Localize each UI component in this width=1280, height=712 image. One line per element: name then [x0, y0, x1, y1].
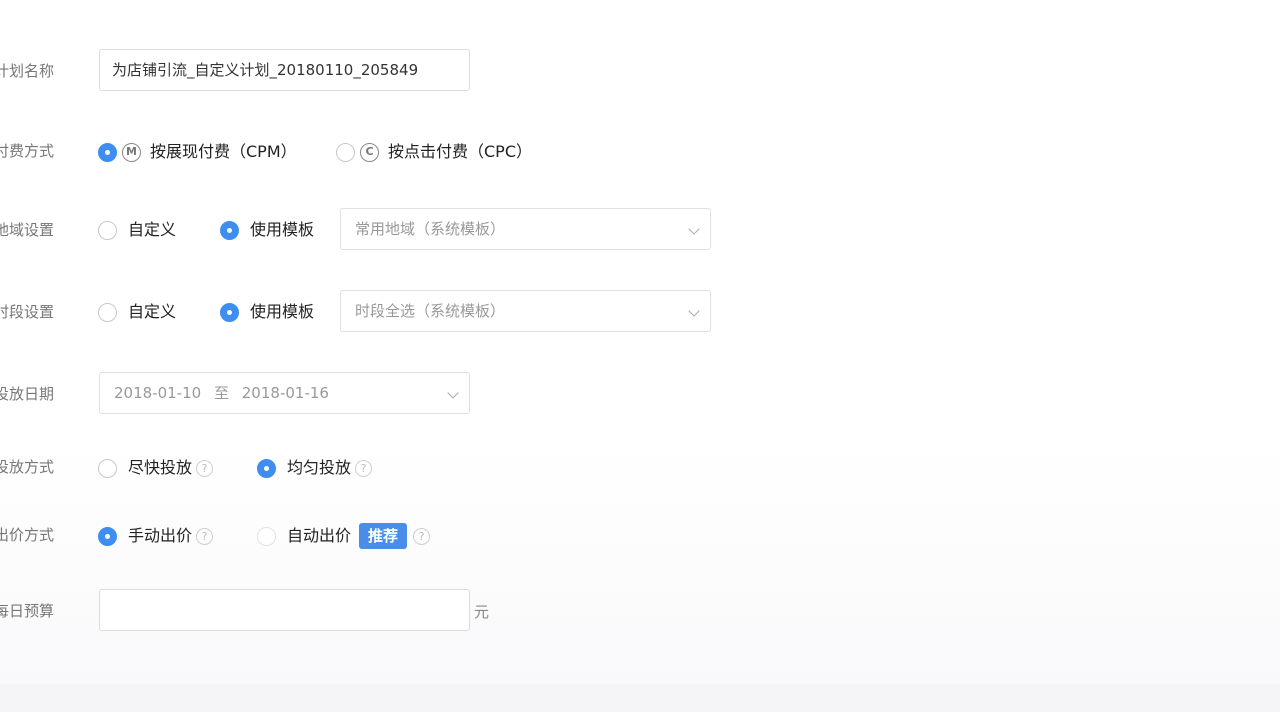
timeslot-template-value: 时段全选（系统模板）	[355, 302, 506, 320]
delivery-fast-radio[interactable]	[98, 459, 117, 478]
region-label: 地域设置	[0, 221, 55, 239]
bidding-manual-label[interactable]: 手动出价	[128, 525, 192, 547]
bidding-label: 出价方式	[0, 526, 55, 544]
date-separator: 至	[213, 384, 229, 402]
plan-name-value: 为店铺引流_自定义计划_20180110_205849	[112, 61, 419, 79]
timeslot-template-label[interactable]: 使用模板	[250, 301, 314, 323]
date-start: 2018-01-10	[114, 384, 202, 402]
timeslot-custom-radio[interactable]	[98, 303, 117, 322]
timeslot-template-select[interactable]: 时段全选（系统模板）	[340, 290, 711, 332]
budget-label: 每日预算	[0, 602, 55, 620]
bidding-auto-radio[interactable]	[257, 527, 276, 546]
help-circle-icon[interactable]: ?	[413, 528, 430, 545]
billing-cpm-radio[interactable]	[98, 143, 117, 162]
timeslot-template-radio[interactable]	[220, 303, 239, 322]
dates-label: 投放日期	[0, 385, 55, 403]
budget-unit: 元	[474, 603, 490, 621]
chevron-down-icon	[688, 223, 700, 235]
plan-name-input[interactable]: 为店铺引流_自定义计划_20180110_205849	[99, 49, 470, 91]
region-custom-radio[interactable]	[98, 221, 117, 240]
chevron-down-icon	[447, 387, 459, 399]
billing-cpc-label[interactable]: 按点击付费（CPC）	[388, 141, 532, 163]
date-end: 2018-01-16	[241, 384, 329, 402]
cpc-badge-icon: C	[360, 143, 379, 162]
timeslot-custom-label[interactable]: 自定义	[128, 301, 176, 323]
chevron-down-icon	[688, 305, 700, 317]
delivery-even-radio[interactable]	[257, 459, 276, 478]
cpm-badge-icon: M	[122, 143, 141, 162]
help-circle-icon[interactable]: ?	[196, 460, 213, 477]
recommend-badge: 推荐	[359, 523, 408, 549]
region-template-label[interactable]: 使用模板	[250, 219, 314, 241]
date-range-picker[interactable]: 2018-01-10 至 2018-01-16	[99, 372, 470, 414]
help-circle-icon[interactable]: ?	[355, 460, 372, 477]
daily-budget-input[interactable]	[99, 589, 470, 631]
delivery-fast-label[interactable]: 尽快投放	[128, 457, 192, 479]
footer-band	[0, 684, 1280, 712]
help-circle-icon[interactable]: ?	[196, 528, 213, 545]
timeslot-label: 时段设置	[0, 303, 55, 321]
bidding-manual-radio[interactable]	[98, 527, 117, 546]
billing-label: 付费方式	[0, 142, 55, 160]
region-template-radio[interactable]	[220, 221, 239, 240]
billing-cpc-radio[interactable]	[336, 143, 355, 162]
delivery-even-label[interactable]: 均匀投放	[287, 457, 351, 479]
plan-name-label: 计划名称	[0, 62, 55, 80]
region-template-select[interactable]: 常用地域（系统模板）	[340, 208, 711, 250]
delivery-label: 投放方式	[0, 458, 55, 476]
billing-cpm-label[interactable]: 按展现付费（CPM）	[150, 141, 297, 163]
region-template-value: 常用地域（系统模板）	[355, 220, 506, 238]
bidding-auto-label[interactable]: 自动出价	[287, 525, 351, 547]
region-custom-label[interactable]: 自定义	[128, 219, 176, 241]
